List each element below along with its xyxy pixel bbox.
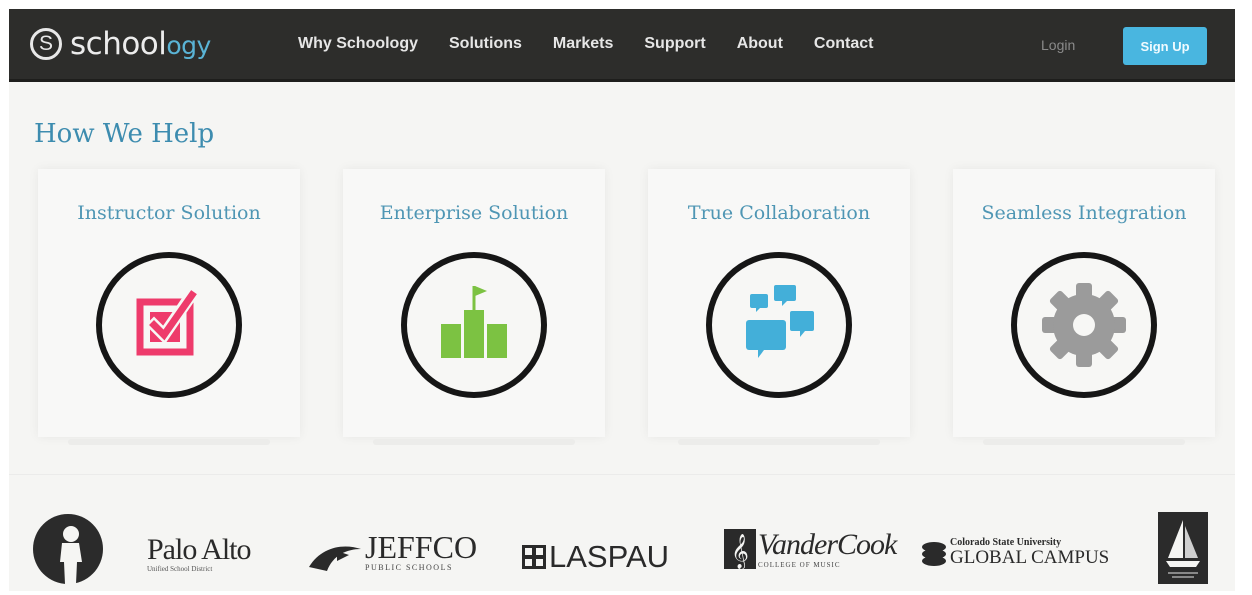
card-shadow [373, 439, 575, 445]
sign-up-button[interactable]: Sign Up [1123, 27, 1207, 65]
card-shadow [983, 439, 1185, 445]
true-collaboration-card[interactable]: True Collaboration [648, 169, 910, 445]
brand-name-accent: ogy [166, 31, 211, 60]
nav-support[interactable]: Support [644, 35, 705, 53]
jeffco-swoosh-icon [309, 546, 361, 571]
palo-alto-name: Palo Alto [147, 533, 252, 566]
treble-clef-icon: 𝄞 [724, 529, 756, 569]
partner-logos-strip: Palo Alto Unified School District JEFFCO… [9, 479, 1235, 591]
csu-globe-icon [922, 541, 946, 566]
section-divider [9, 474, 1235, 475]
card-title: Instructor Solution [77, 202, 261, 224]
nav-about[interactable]: About [737, 35, 783, 53]
csu-global-logo[interactable]: Colorado State University GLOBAL CAMPUS [921, 537, 1109, 568]
card-shadow [678, 439, 880, 445]
jeffco-name: JEFFCO [365, 529, 478, 565]
school-silhouette-logo[interactable] [31, 512, 105, 586]
nav-solutions[interactable]: Solutions [449, 35, 522, 53]
page: S schoology Why Schoology Solutions Mark… [9, 9, 1235, 591]
sailboat-school-logo[interactable] [1158, 512, 1208, 584]
seamless-integration-card[interactable]: Seamless Integration [953, 169, 1215, 445]
laspau-name: LASPAU [549, 539, 670, 574]
card-shadow [68, 439, 270, 445]
nav-why-schoology[interactable]: Why Schoology [298, 35, 418, 53]
login-link[interactable]: Login [1041, 37, 1075, 53]
schoology-s-icon: S [30, 28, 62, 60]
bar-chart-flag-icon [441, 286, 507, 358]
schoology-logo[interactable]: S schoology [30, 25, 211, 63]
vandercook-logo[interactable]: 𝄞 VanderCook COLLEGE OF MUSIC [724, 528, 897, 569]
instructor-solution-card[interactable]: Instructor Solution [38, 169, 300, 445]
chat-bubbles-icon [746, 285, 814, 358]
brand-name-prefix: school [70, 26, 167, 62]
card-title: Enterprise Solution [379, 202, 569, 224]
svg-text:𝄞: 𝄞 [731, 534, 749, 569]
vandercook-name: VanderCook [758, 528, 897, 561]
section-title: How We Help [34, 119, 215, 149]
csu-subtitle: GLOBAL CAMPUS [950, 547, 1110, 568]
icon-ring [1011, 252, 1157, 398]
laspau-logo[interactable]: LASPAU [522, 539, 669, 575]
jeffco-logo[interactable]: JEFFCO PUBLIC SCHOOLS [307, 531, 477, 572]
palo-alto-logo[interactable]: Palo Alto Unified School District [147, 533, 252, 573]
checkbox-icon [136, 288, 199, 356]
enterprise-solution-card[interactable]: Enterprise Solution [343, 169, 605, 445]
icon-ring [96, 252, 242, 398]
vandercook-subtitle: COLLEGE OF MUSIC [758, 561, 841, 569]
card-title: Seamless Integration [981, 202, 1187, 224]
gear-icon [1042, 283, 1126, 367]
nav-contact[interactable]: Contact [814, 35, 874, 53]
icon-ring [401, 252, 547, 398]
laspau-grid-icon [522, 545, 546, 569]
card-title: True Collaboration [687, 202, 871, 224]
main-menu: Why Schoology Solutions Markets Support … [298, 35, 904, 53]
brand-name: schoology [70, 26, 211, 62]
icon-ring [706, 252, 852, 398]
top-navigation-bar: S schoology Why Schoology Solutions Mark… [9, 9, 1235, 82]
nav-markets[interactable]: Markets [553, 35, 613, 53]
